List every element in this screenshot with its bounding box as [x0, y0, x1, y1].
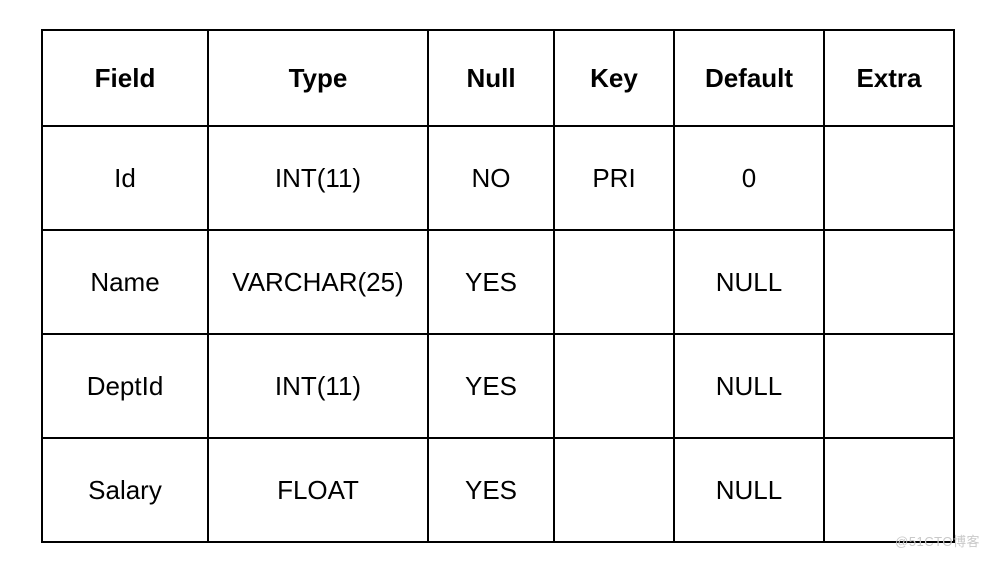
col-header-field: Field [42, 30, 208, 126]
cell-type: INT(11) [208, 334, 428, 438]
table-row: Id INT(11) NO PRI 0 [42, 126, 954, 230]
cell-field: Salary [42, 438, 208, 542]
cell-extra [824, 126, 954, 230]
cell-key [554, 438, 674, 542]
cell-null: YES [428, 230, 554, 334]
col-header-null: Null [428, 30, 554, 126]
cell-extra [824, 438, 954, 542]
col-header-extra: Extra [824, 30, 954, 126]
cell-default: NULL [674, 230, 824, 334]
cell-default: 0 [674, 126, 824, 230]
cell-default: NULL [674, 438, 824, 542]
cell-field: Id [42, 126, 208, 230]
table-row: DeptId INT(11) YES NULL [42, 334, 954, 438]
table-row: Name VARCHAR(25) YES NULL [42, 230, 954, 334]
table-row: Salary FLOAT YES NULL [42, 438, 954, 542]
table-header-row: Field Type Null Key Default Extra [42, 30, 954, 126]
col-header-type: Type [208, 30, 428, 126]
cell-key [554, 230, 674, 334]
schema-table: Field Type Null Key Default Extra Id INT… [41, 29, 955, 543]
cell-key [554, 334, 674, 438]
cell-extra [824, 230, 954, 334]
cell-default: NULL [674, 334, 824, 438]
cell-null: YES [428, 438, 554, 542]
watermark-text: @51CTO博客 [895, 531, 980, 550]
cell-key: PRI [554, 126, 674, 230]
cell-type: INT(11) [208, 126, 428, 230]
col-header-key: Key [554, 30, 674, 126]
cell-null: YES [428, 334, 554, 438]
cell-null: NO [428, 126, 554, 230]
schema-table-container: Field Type Null Key Default Extra Id INT… [5, 9, 991, 563]
cell-field: DeptId [42, 334, 208, 438]
cell-field: Name [42, 230, 208, 334]
cell-type: FLOAT [208, 438, 428, 542]
cell-extra [824, 334, 954, 438]
cell-type: VARCHAR(25) [208, 230, 428, 334]
col-header-default: Default [674, 30, 824, 126]
